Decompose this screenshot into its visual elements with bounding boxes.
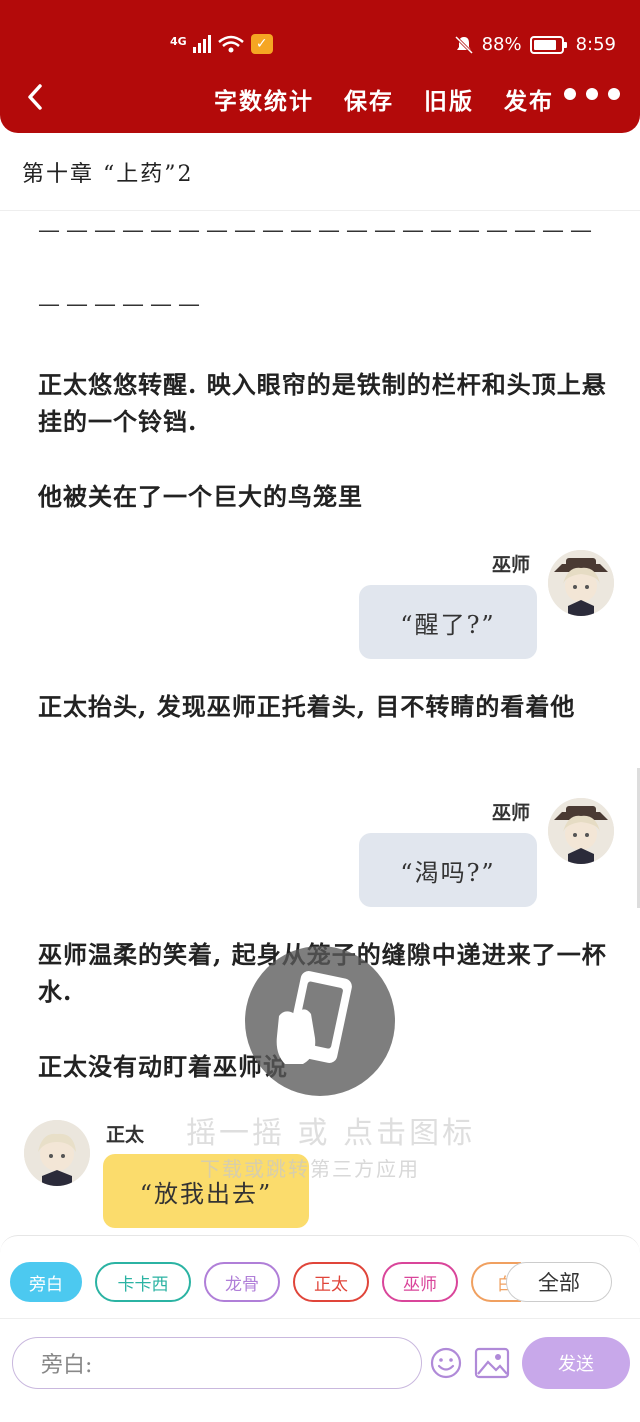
role-chip-longgu[interactable]: 龙骨: [204, 1262, 280, 1302]
narration-paragraph: 正太抬头, 发现巫师正托着头, 目不转睛的看着他: [38, 692, 576, 721]
navigation-bar: 字数统计 保存 旧版 发布: [0, 78, 640, 118]
app-notification-icon: ✓: [250, 34, 273, 54]
role-chip-zhengtai[interactable]: 正太: [293, 1262, 369, 1302]
narration-paragraph: 正太悠悠转醒. 映入眼帘的是铁制的栏杆和头顶上悬挂的一个铃铛.: [38, 370, 607, 436]
avatar[interactable]: [548, 798, 614, 864]
speaker-name: 巫师: [492, 554, 531, 576]
emoji-icon[interactable]: [429, 1346, 463, 1380]
speaker-name: 正太: [106, 1124, 145, 1146]
speaker-name: 巫师: [492, 802, 531, 824]
more-options-icon[interactable]: [564, 88, 620, 100]
word-count-button[interactable]: 字数统计: [214, 82, 314, 116]
save-button[interactable]: 保存: [344, 82, 394, 116]
dialog-bubble[interactable]: “醒了?”: [359, 585, 537, 659]
message-input[interactable]: 旁白:: [12, 1337, 422, 1389]
back-icon[interactable]: [22, 80, 52, 114]
mute-icon: [454, 35, 473, 54]
divider: [0, 1318, 640, 1319]
role-chip-wizard[interactable]: 巫师: [382, 1262, 458, 1302]
avatar[interactable]: [548, 550, 614, 616]
role-chip-kakashi[interactable]: 卡卡西: [95, 1262, 191, 1302]
clock: 8:59: [575, 34, 616, 55]
overlay-hint: 摇一摇 或 点击图标: [186, 1116, 476, 1151]
top-app-bar: 4G ✓ 88% 8:59 字数统计 保存 旧版 发布: [0, 0, 640, 133]
old-version-button[interactable]: 旧版: [424, 82, 474, 116]
publish-button[interactable]: 发布: [504, 82, 554, 116]
overlay-subhint: 下载或跳转第三方应用: [200, 1157, 420, 1181]
shake-overlay-button[interactable]: [245, 946, 395, 1096]
battery-icon: [529, 35, 567, 54]
role-chip-narrator[interactable]: 旁白: [10, 1262, 82, 1302]
dash-line: ————————————————————: [38, 218, 598, 243]
avatar[interactable]: [24, 1120, 90, 1186]
dash-line: ——————: [38, 292, 206, 317]
signal-icon: [192, 35, 211, 53]
divider: [0, 210, 640, 211]
status-bar: 4G ✓ 88% 8:59: [0, 34, 640, 62]
battery-percent: 88%: [481, 34, 522, 55]
wifi-icon: [217, 35, 244, 53]
all-roles-button[interactable]: 全部: [506, 1262, 612, 1302]
network-type: 4G: [170, 34, 187, 48]
phone-hand-icon: [276, 971, 352, 1064]
chapter-title[interactable]: 第十章 “上药”2: [22, 156, 194, 188]
narration-paragraph: 他被关在了一个巨大的鸟笼里: [38, 482, 363, 511]
send-button[interactable]: 发送: [522, 1337, 630, 1389]
dialog-bubble[interactable]: “渴吗?”: [359, 833, 537, 907]
image-icon[interactable]: [474, 1346, 510, 1380]
